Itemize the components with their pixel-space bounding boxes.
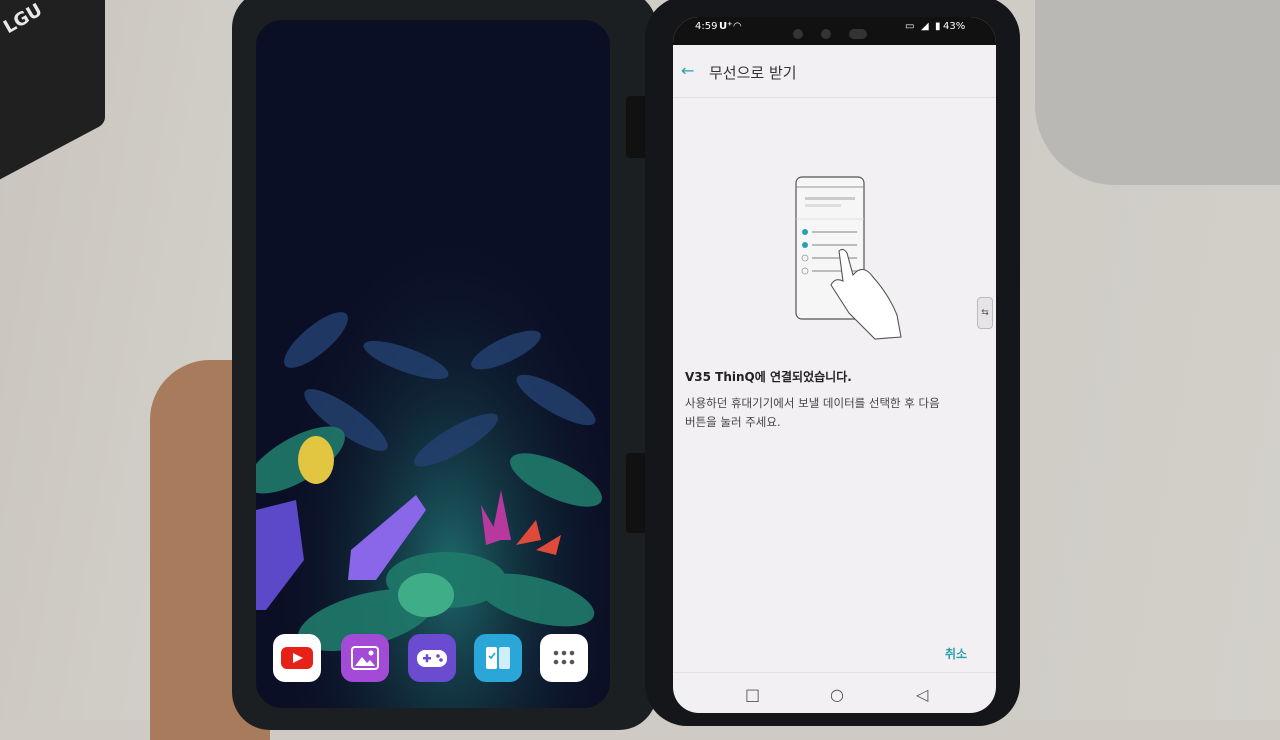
cast-icon: ▭ bbox=[905, 21, 915, 32]
phone-selection-illustration bbox=[795, 176, 902, 340]
battery-percent: 43% bbox=[943, 21, 966, 32]
right-phone-screen: 4:59 U⁺ ◠ ▭ ◢ ▮ 43% ← 무선으로 받기 V35 ThinQ에… bbox=[673, 17, 996, 713]
front-camera-icon-2 bbox=[821, 29, 831, 39]
instruction-text: 사용하던 휴대기기에서 보낼 데이터를 선택한 후 다음 버튼을 눌러 주세요. bbox=[685, 394, 975, 432]
app-bar: ← 무선으로 받기 bbox=[673, 45, 996, 98]
wifi-icon: ◠ bbox=[733, 21, 742, 32]
carrier-label: U⁺ bbox=[719, 21, 733, 32]
status-time: 4:59 bbox=[695, 21, 718, 32]
app-drawer-icon bbox=[553, 650, 575, 665]
background-cushion bbox=[1035, 0, 1280, 185]
battery-icon: ▮ bbox=[935, 21, 941, 32]
back-arrow-icon[interactable]: ← bbox=[681, 63, 694, 79]
dual-screen-app-button[interactable] bbox=[474, 634, 522, 682]
back-icon[interactable]: ◁ bbox=[916, 687, 928, 703]
side-swap-tab[interactable]: ⇆ bbox=[977, 297, 993, 329]
signal-icon: ◢ bbox=[921, 21, 929, 32]
front-camera-icon bbox=[793, 29, 803, 39]
youtube-app-button[interactable] bbox=[273, 634, 321, 682]
cancel-button[interactable]: 취소 bbox=[945, 645, 967, 662]
gallery-icon bbox=[351, 646, 379, 670]
connected-message: V35 ThinQ에 연결되었습니다. bbox=[685, 370, 852, 384]
wallpaper bbox=[256, 20, 610, 708]
dual-screen-icon bbox=[486, 647, 510, 669]
game-app-button[interactable] bbox=[408, 634, 456, 682]
recent-apps-icon[interactable]: □ bbox=[745, 687, 760, 703]
page-title: 무선으로 받기 bbox=[709, 64, 797, 82]
youtube-icon bbox=[281, 647, 313, 669]
gallery-app-button[interactable] bbox=[341, 634, 389, 682]
app-drawer-button[interactable] bbox=[540, 634, 588, 682]
left-home-screen bbox=[256, 20, 610, 708]
status-bar: 4:59 U⁺ ◠ ▭ ◢ ▮ 43% bbox=[673, 17, 996, 45]
home-icon[interactable]: ○ bbox=[830, 687, 844, 703]
navigation-bar: □ ○ ◁ bbox=[673, 672, 996, 713]
sensor-icon bbox=[849, 29, 867, 39]
instruction-line-1: 사용하던 휴대기기에서 보낼 데이터를 선택한 후 다음 bbox=[685, 396, 940, 410]
game-icon bbox=[417, 650, 447, 667]
instruction-line-2: 버튼을 눌러 주세요. bbox=[685, 415, 781, 429]
